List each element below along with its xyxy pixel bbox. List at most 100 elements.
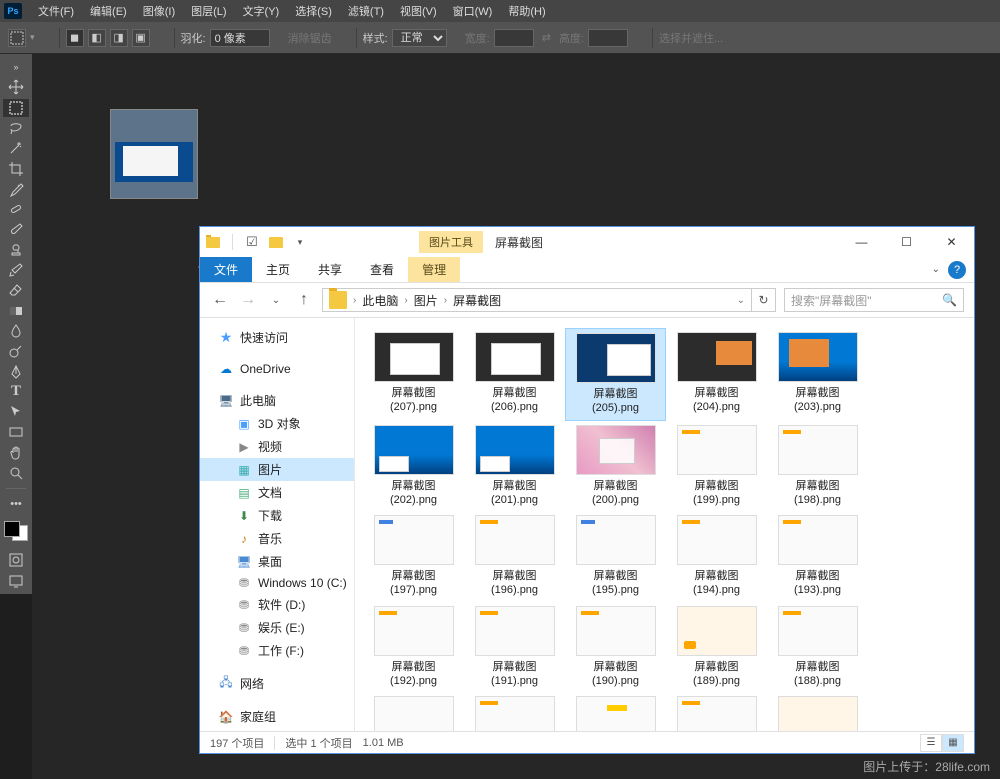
address-dropdown-icon[interactable]: ⌄ [731, 295, 751, 306]
file-item[interactable]: 屏幕截图 (204).png [666, 328, 767, 421]
sidebar-network[interactable]: 🖧网络 [200, 672, 354, 695]
tab-file[interactable]: 文件 [200, 257, 252, 282]
file-item[interactable]: 屏幕截图 (205).png [565, 328, 666, 421]
explorer-titlebar[interactable]: ☑ ▾ 图片工具 屏幕截图 — ☐ ✕ [200, 227, 974, 257]
marquee-tool-preset-icon[interactable] [8, 29, 26, 47]
eyedropper-tool[interactable] [3, 180, 29, 198]
ps-menu-item[interactable]: 窗口(W) [445, 3, 501, 19]
file-item[interactable]: 屏幕截图 (192).png [363, 602, 464, 693]
file-item[interactable]: 屏幕截图 (185).png [565, 692, 666, 731]
quick-mask-icon[interactable] [3, 551, 29, 569]
qat-dropdown-icon[interactable]: ▾ [291, 233, 309, 251]
selection-new-icon[interactable]: ◼ [66, 29, 84, 47]
file-item[interactable]: 屏幕截图 (190).png [565, 602, 666, 693]
sidebar-drive-c[interactable]: ⛃Windows 10 (C:) [200, 573, 354, 593]
file-item[interactable]: 屏幕截图 (201).png [464, 421, 565, 512]
file-item[interactable]: 屏幕截图 (184).png [666, 692, 767, 731]
tab-home[interactable]: 主页 [252, 257, 304, 282]
folder-qat-icon[interactable] [204, 233, 222, 251]
search-icon[interactable]: 🔍 [942, 293, 957, 307]
ps-menu-item[interactable]: 文件(F) [30, 3, 82, 19]
ps-menu-item[interactable]: 帮助(H) [500, 3, 553, 19]
hand-tool[interactable] [3, 444, 29, 462]
edit-toolbar-icon[interactable]: ••• [3, 495, 29, 513]
sidebar-drive-d[interactable]: ⛃软件 (D:) [200, 593, 354, 616]
document-thumbnail[interactable] [110, 109, 198, 199]
sidebar-pictures[interactable]: ▦图片 [200, 458, 354, 481]
sidebar-3d-objects[interactable]: ▣3D 对象 [200, 412, 354, 435]
style-select[interactable]: 正常 [392, 29, 447, 47]
zoom-tool[interactable] [3, 464, 29, 482]
refresh-button[interactable]: ↻ [751, 289, 775, 311]
fg-color[interactable] [4, 521, 20, 537]
selection-intersect-icon[interactable]: ▣ [132, 29, 150, 47]
sidebar-homegroup[interactable]: 🏠家庭组 [200, 705, 354, 728]
path-sep-icon[interactable]: › [351, 295, 358, 306]
search-box[interactable]: 搜索"屏幕截图" 🔍 [784, 288, 964, 312]
file-item[interactable]: 屏幕截图 (196).png [464, 511, 565, 602]
history-brush-tool[interactable] [3, 261, 29, 279]
maximize-button[interactable]: ☐ [884, 228, 929, 256]
screen-mode-icon[interactable] [3, 572, 29, 590]
file-item[interactable]: 屏幕截图 (188).png [767, 602, 868, 693]
crop-tool[interactable] [3, 159, 29, 177]
dodge-tool[interactable] [3, 342, 29, 360]
file-item[interactable]: 屏幕截图 (187).png [363, 692, 464, 731]
view-details-button[interactable]: ☰ [920, 734, 942, 752]
stamp-tool[interactable] [3, 241, 29, 259]
file-item[interactable]: 屏幕截图 (194).png [666, 511, 767, 602]
file-item[interactable]: 屏幕截图 (199).png [666, 421, 767, 512]
expand-icon[interactable]: » [3, 58, 29, 76]
ps-menu-item[interactable]: 编辑(E) [82, 3, 135, 19]
file-item[interactable]: 屏幕截图 (193).png [767, 511, 868, 602]
help-icon[interactable]: ? [948, 261, 966, 279]
nav-back-button[interactable]: ← [210, 290, 230, 310]
sidebar-desktop[interactable]: 🖥桌面 [200, 550, 354, 573]
tab-share[interactable]: 共享 [304, 257, 356, 282]
file-item[interactable]: 屏幕截图 (203).png [767, 328, 868, 421]
type-tool[interactable]: T [3, 383, 29, 401]
file-item[interactable]: 屏幕截图 (206).png [464, 328, 565, 421]
breadcrumb-pc[interactable]: 此电脑 [358, 292, 402, 309]
sidebar-downloads[interactable]: ⬇下载 [200, 504, 354, 527]
sidebar-videos[interactable]: ▶视频 [200, 435, 354, 458]
sidebar-drive-e[interactable]: ⛃娱乐 (E:) [200, 616, 354, 639]
sidebar-music[interactable]: ♪音乐 [200, 527, 354, 550]
tab-manage[interactable]: 管理 [408, 257, 460, 282]
file-item[interactable]: 屏幕截图 (189).png [666, 602, 767, 693]
nav-up-button[interactable]: ↑ [294, 290, 314, 310]
sidebar-quick-access[interactable]: ★快速访问 [200, 326, 354, 349]
eraser-tool[interactable] [3, 281, 29, 299]
address-bar[interactable]: › 此电脑 › 图片 › 屏幕截图 ⌄ ↻ [322, 288, 776, 312]
move-tool[interactable] [3, 78, 29, 96]
tab-view[interactable]: 查看 [356, 257, 408, 282]
rectangle-tool[interactable] [3, 423, 29, 441]
ps-menu-item[interactable]: 滤镜(T) [340, 3, 392, 19]
ps-menu-item[interactable]: 文字(Y) [235, 3, 288, 19]
minimize-button[interactable]: — [839, 228, 884, 256]
brush-tool[interactable] [3, 220, 29, 238]
file-list-pane[interactable]: 屏幕截图 (207).png屏幕截图 (206).png屏幕截图 (205).p… [355, 318, 974, 731]
sidebar-documents[interactable]: ▤文档 [200, 481, 354, 504]
ps-menu-item[interactable]: 视图(V) [392, 3, 445, 19]
ribbon-expand-icon[interactable]: ⌄ [932, 264, 940, 275]
path-select-tool[interactable] [3, 403, 29, 421]
view-icons-button[interactable]: ▦ [942, 734, 964, 752]
feather-input[interactable] [210, 29, 270, 47]
new-folder-qat-icon[interactable] [267, 233, 285, 251]
gradient-tool[interactable] [3, 302, 29, 320]
file-item[interactable]: 屏幕截图 (207).png [363, 328, 464, 421]
path-sep-icon[interactable]: › [402, 295, 409, 306]
blur-tool[interactable] [3, 322, 29, 340]
selection-add-icon[interactable]: ◧ [88, 29, 106, 47]
path-sep-icon[interactable]: › [442, 295, 449, 306]
sidebar-onedrive[interactable]: ☁OneDrive [200, 359, 354, 379]
pen-tool[interactable] [3, 362, 29, 380]
breadcrumb-screenshots[interactable]: 屏幕截图 [449, 292, 505, 309]
file-item[interactable]: 屏幕截图 (195).png [565, 511, 666, 602]
color-swatch[interactable] [4, 521, 28, 541]
sidebar-drive-f[interactable]: ⛃工作 (F:) [200, 639, 354, 662]
file-item[interactable]: 屏幕截图 (191).png [464, 602, 565, 693]
file-item[interactable]: 屏幕截图 (197).png [363, 511, 464, 602]
ps-menu-item[interactable]: 图层(L) [183, 3, 234, 19]
